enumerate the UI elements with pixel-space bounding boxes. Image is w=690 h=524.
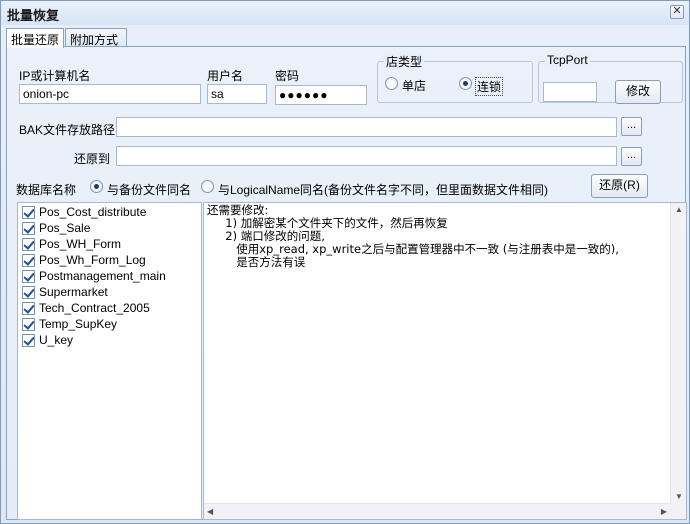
tab-batch-restore[interactable]: 批量还原 — [6, 28, 64, 48]
same-as-backup-radio[interactable] — [90, 180, 103, 193]
same-as-backup-label[interactable]: 与备份文件同名 — [107, 181, 191, 198]
checkbox-checked[interactable] — [22, 318, 35, 331]
tab-attach-method[interactable]: 附加方式 — [65, 28, 127, 47]
checkbox-checked[interactable] — [22, 206, 35, 219]
password-input[interactable]: ●●●●●● — [275, 85, 367, 105]
bak-browse-button[interactable]: ... — [621, 117, 642, 136]
checkbox-checked[interactable] — [22, 302, 35, 315]
database-name: Pos_Wh_Form_Log — [39, 253, 146, 267]
same-as-logicalname-radio[interactable] — [201, 180, 214, 193]
notes-memo[interactable]: 还需要修改: 1) 加解密某个文件夹下的文件，然后再恢复 2) 端口修改的问题,… — [203, 202, 687, 520]
store-type-group: 店类型 单店 连锁 — [377, 53, 533, 103]
notes-text: 还需要修改: 1) 加解密某个文件夹下的文件，然后再恢复 2) 端口修改的问题,… — [207, 204, 667, 269]
title-bar[interactable]: 批量恢复 ✕ — [1, 1, 689, 25]
database-name: U_key — [39, 333, 74, 347]
checkbox-checked[interactable] — [22, 334, 35, 347]
notes-line: 是否方法有误 — [207, 255, 306, 269]
user-input[interactable]: sa — [207, 84, 267, 104]
checkbox-checked[interactable] — [22, 286, 35, 299]
password-label: 密码 — [275, 69, 300, 83]
modify-port-button[interactable]: 修改 — [615, 80, 661, 104]
scroll-down-icon[interactable]: ▼ — [675, 492, 683, 501]
database-checklist[interactable]: Pos_Cost_distribute Pos_Sale Pos_WH_Form… — [17, 202, 202, 520]
ip-input[interactable]: onion-pc — [19, 84, 201, 104]
close-button[interactable]: ✕ — [670, 5, 684, 19]
database-name: Supermarket — [39, 285, 108, 299]
vertical-scrollbar[interactable]: ▲ ▼ — [670, 203, 686, 503]
checkbox-checked[interactable] — [22, 238, 35, 251]
database-name: Pos_WH_Form — [39, 237, 122, 251]
checkbox-checked[interactable] — [22, 254, 35, 267]
window-title: 批量恢复 — [7, 8, 60, 23]
batch-restore-panel: IP或计算机名 onion-pc 用户名 sa 密码 ●●●●●● 店类型 单店… — [6, 46, 687, 520]
restore-to-label: 还原到 — [74, 152, 111, 166]
chain-store-radio[interactable] — [459, 77, 472, 90]
database-name: Temp_SupKey — [39, 317, 118, 331]
database-name: Pos_Cost_distribute — [39, 205, 147, 219]
scroll-corner — [670, 503, 686, 519]
batch-restore-window: 批量恢复 ✕ 批量还原 附加方式 IP或计算机名 onion-pc 用户名 sa… — [0, 0, 690, 524]
scroll-left-icon[interactable]: ◀ — [207, 507, 213, 516]
database-name: Pos_Sale — [39, 221, 91, 235]
tcp-port-group: TcpPort 修改 — [538, 53, 683, 104]
ip-label: IP或计算机名 — [19, 69, 91, 83]
same-as-logicalname-label[interactable]: 与LogicalName同名(备份文件名字不同，但里面数据文件相同) — [218, 181, 548, 198]
scroll-right-icon[interactable]: ▶ — [661, 507, 667, 516]
restore-to-browse-button[interactable]: ... — [621, 147, 642, 166]
checkbox-checked[interactable] — [22, 222, 35, 235]
restore-button[interactable]: 还原(R) — [591, 174, 648, 198]
horizontal-scrollbar[interactable]: ◀ ▶ — [204, 503, 670, 519]
tcp-port-title: TcpPort — [545, 53, 590, 67]
single-store-radio[interactable] — [385, 77, 398, 90]
chain-store-label[interactable]: 连锁 — [475, 77, 504, 96]
restore-to-input[interactable] — [116, 146, 617, 166]
database-name: Postmanagement_main — [39, 269, 166, 283]
checkbox-checked[interactable] — [22, 270, 35, 283]
scroll-up-icon[interactable]: ▲ — [675, 205, 683, 214]
single-store-label[interactable]: 单店 — [402, 77, 426, 94]
db-name-label: 数据库名称 — [16, 183, 77, 197]
user-label: 用户名 — [207, 69, 244, 83]
bak-path-input[interactable] — [116, 117, 617, 137]
tcp-port-input[interactable] — [543, 82, 597, 102]
store-type-title: 店类型 — [384, 53, 425, 70]
database-name: Tech_Contract_2005 — [39, 301, 150, 315]
bak-path-label: BAK文件存放路径 — [19, 123, 116, 137]
